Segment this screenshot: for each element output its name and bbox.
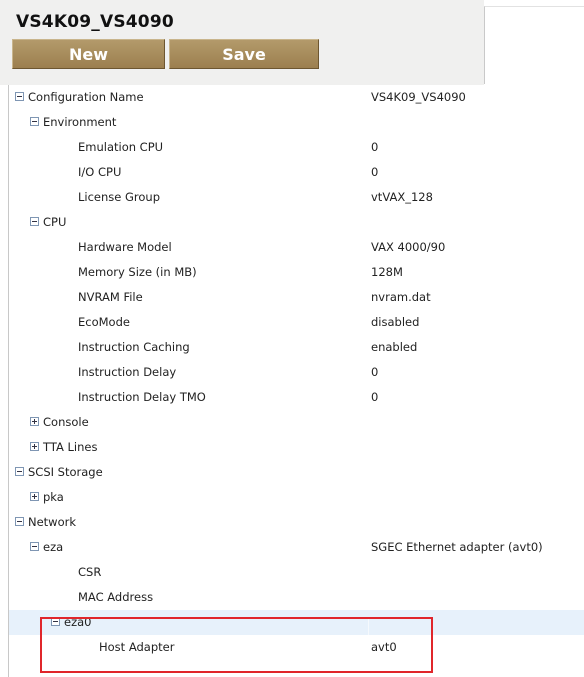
- tree-row-label: SCSI Storage: [28, 465, 103, 479]
- collapse-icon[interactable]: [30, 217, 39, 226]
- tree-row-cpu[interactable]: CPU: [9, 210, 584, 235]
- tree-row-value: VS4K09_VS4090: [371, 90, 466, 104]
- configuration-tree: Configuration Name VS4K09_VS4090 Environ…: [8, 85, 584, 677]
- tree-row-value: disabled: [371, 315, 420, 329]
- tree-row-label: Network: [28, 515, 77, 529]
- save-button[interactable]: Save: [169, 39, 319, 69]
- tree-row-label: pka: [43, 490, 64, 504]
- tree-row-label: Console: [43, 415, 89, 429]
- tree-row-value: avt0: [371, 640, 397, 654]
- tree-row-label: Host Adapter: [99, 640, 175, 654]
- tree-row-hardware-model[interactable]: Hardware Model VAX 4000/90: [9, 235, 584, 260]
- tree-row-value: 0: [371, 165, 379, 179]
- tree-row-configuration-name[interactable]: Configuration Name VS4K09_VS4090: [9, 85, 584, 110]
- tree-row-label: NVRAM File: [78, 290, 143, 304]
- tree-row-eza[interactable]: eza SGEC Ethernet adapter (avt0): [9, 535, 584, 560]
- tree-row-instruction-delay-tmo[interactable]: Instruction Delay TMO 0: [9, 385, 584, 410]
- column-divider: [368, 617, 369, 673]
- tree-row-license-group[interactable]: License Group vtVAX_128: [9, 185, 584, 210]
- tree-row-pka[interactable]: pka: [9, 485, 584, 510]
- tree-row-label: Instruction Caching: [78, 340, 190, 354]
- configuration-title: VS4K09_VS4090: [16, 12, 174, 32]
- tree-row-io-cpu[interactable]: I/O CPU 0: [9, 160, 584, 185]
- tree-row-console[interactable]: Console: [9, 410, 584, 435]
- tree-row-memory-size[interactable]: Memory Size (in MB) 128M: [9, 260, 584, 285]
- header-toolbar: VS4K09_VS4090 New Save: [0, 0, 484, 85]
- tree-row-instruction-delay[interactable]: Instruction Delay 0: [9, 360, 584, 385]
- tree-row-value: 128M: [371, 265, 403, 279]
- collapse-icon[interactable]: [15, 517, 24, 526]
- tree-row-label: CSR: [78, 565, 102, 579]
- tree-row-label: Instruction Delay TMO: [78, 390, 206, 404]
- tree-row-label: Memory Size (in MB): [78, 265, 197, 279]
- tree-row-label: Emulation CPU: [78, 140, 164, 154]
- tree-row-scsi-storage[interactable]: SCSI Storage: [9, 460, 584, 485]
- tree-row-label: Instruction Delay: [78, 365, 177, 379]
- collapse-icon[interactable]: [15, 467, 24, 476]
- tree-row-label: eza: [43, 540, 64, 554]
- expand-icon[interactable]: [30, 417, 39, 426]
- tree-row-value: VAX 4000/90: [371, 240, 446, 254]
- header: VS4K09_VS4090 New Save: [0, 0, 584, 85]
- collapse-icon[interactable]: [30, 117, 39, 126]
- tree-row-emulation-cpu[interactable]: Emulation CPU 0: [9, 135, 584, 160]
- tree-row-label: MAC Address: [78, 590, 154, 604]
- expand-icon[interactable]: [30, 442, 39, 451]
- tree-row-environment[interactable]: Environment: [9, 110, 584, 135]
- tree-row-label: CPU: [43, 215, 67, 229]
- tree-row-label: EcoMode: [78, 315, 130, 329]
- tree-row-network[interactable]: Network: [9, 510, 584, 535]
- tree-row-eza0[interactable]: eza0: [9, 610, 584, 635]
- tree-row-value: vtVAX_128: [371, 190, 433, 204]
- tree-row-value: 0: [371, 390, 379, 404]
- tree-row-instruction-caching[interactable]: Instruction Caching enabled: [9, 335, 584, 360]
- tree-row-label: I/O CPU: [78, 165, 122, 179]
- tree-row-label: eza0: [64, 615, 92, 629]
- tree-row-label: License Group: [78, 190, 161, 204]
- tree-row-csr[interactable]: CSR: [9, 560, 584, 585]
- tree-row-nvram-file[interactable]: NVRAM File nvram.dat: [9, 285, 584, 310]
- tree-row-mac-address[interactable]: MAC Address: [9, 585, 584, 610]
- tree-row-value: enabled: [371, 340, 418, 354]
- collapse-icon[interactable]: [15, 92, 24, 101]
- tree-row-label: Configuration Name: [28, 90, 144, 104]
- tree-row-label: Environment: [43, 115, 117, 129]
- tree-row-tta-lines[interactable]: TTA Lines: [9, 435, 584, 460]
- tree-row-ecomode[interactable]: EcoMode disabled: [9, 310, 584, 335]
- tree-row-host-adapter[interactable]: Host Adapter avt0: [9, 635, 584, 660]
- tree-row-label: TTA Lines: [43, 440, 98, 454]
- header-side-panel: [484, 6, 584, 84]
- new-button[interactable]: New: [12, 39, 165, 69]
- tree-row-value: nvram.dat: [371, 290, 431, 304]
- collapse-icon[interactable]: [51, 617, 60, 626]
- tree-row-label: Hardware Model: [78, 240, 172, 254]
- tree-row-value: 0: [371, 365, 379, 379]
- tree-row-value: SGEC Ethernet adapter (avt0): [371, 540, 543, 554]
- tree-row-value: 0: [371, 140, 379, 154]
- collapse-icon[interactable]: [30, 542, 39, 551]
- expand-icon[interactable]: [30, 492, 39, 501]
